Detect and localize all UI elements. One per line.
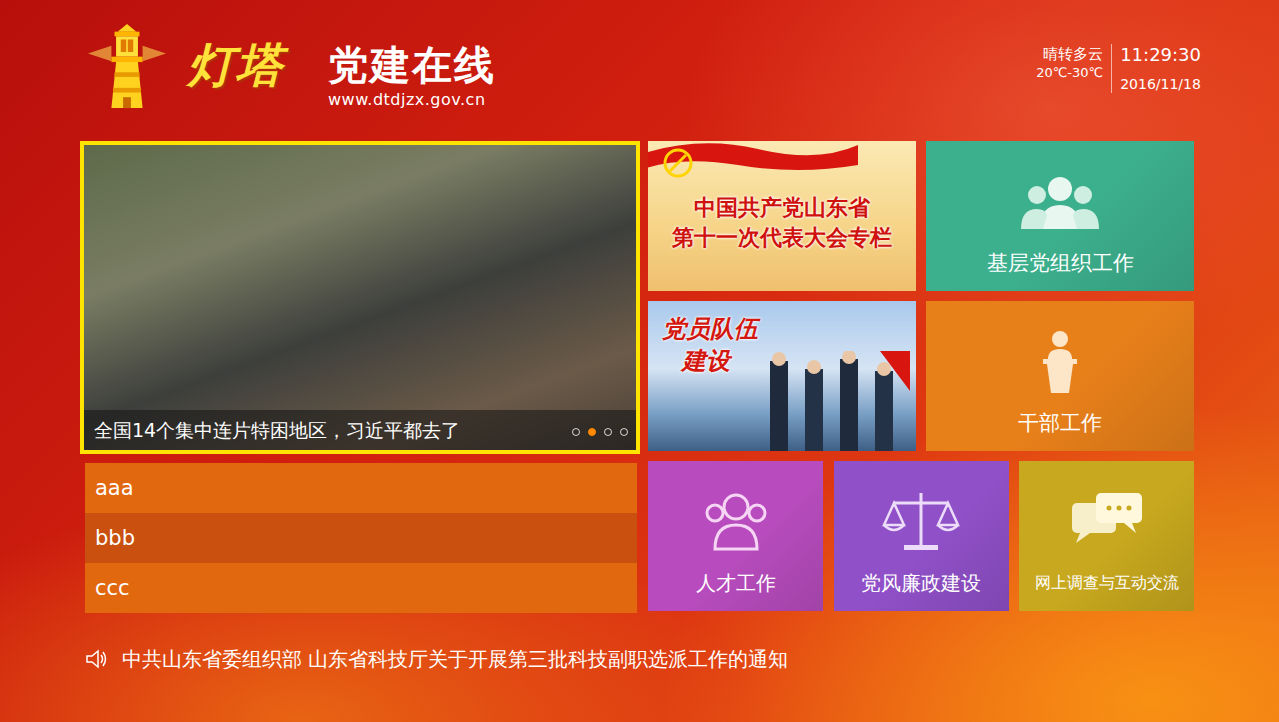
time: 11:29:30 [1120,44,1201,65]
menu-tile[interactable]: 干部工作 [926,301,1194,451]
banner-line: 党员队伍 [662,313,902,345]
weather-block: 晴转多云20℃-30℃ [1028,44,1111,93]
tile-row: 党员队伍建设干部工作 [648,301,1194,451]
caption-text: 全国14个集中连片特困地区，习近平都去了 [94,417,460,443]
menu-tile[interactable]: 网上调查与互动交流 [1019,461,1194,611]
carousel-dots [572,428,628,436]
news-title: bbb [95,523,135,553]
site-url: www.dtdjzx.gov.cn [328,90,496,109]
news-item[interactable]: bbb [85,513,637,563]
weather: 晴转多云 [1043,44,1103,64]
clock-block: 11:29:30 2016/11/18 [1111,44,1209,93]
notice-text: 中共山东省委组织部 山东省科技厅关于开展第三批科技副职选派工作的通知 [122,645,788,673]
party-emblem-icon [662,147,694,179]
tile-label: 人才工作 [696,569,776,597]
weather-clock: 晴转多云20℃-30℃ 11:29:30 2016/11/18 [1028,44,1209,93]
news-title: ccc [95,573,130,603]
banner-line: 第十一次代表大会专栏 [672,223,892,253]
carousel[interactable]: 全国14个集中连片特困地区，习近平都去了 [80,141,640,454]
news-item[interactable]: aaa [85,463,637,513]
temperature: 20℃-30℃ [1036,64,1103,82]
news-title: aaa [95,473,134,503]
carousel-caption: 全国14个集中连片特困地区，习近平都去了 [84,410,636,450]
banner-tile[interactable]: 中国共产党山东省第十一次代表大会专栏 [648,141,916,291]
site-title-block: 党建在线 www.dtdjzx.gov.cn [328,44,496,109]
chat-bubbles-icon [1062,489,1152,555]
tile-label: 基层党组织工作 [987,249,1134,277]
carousel-dot[interactable] [588,428,596,436]
banner-tile[interactable]: 党员队伍建设 [648,301,916,451]
tile-label: 干部工作 [1018,409,1102,437]
news-item[interactable]: ccc [85,563,637,613]
logo[interactable]: 灯塔 [88,16,284,116]
scales-icon [876,489,966,555]
header: 灯塔党建在线www.dtdjzx.gov.cn晴转多云20℃-30℃11:29:… [0,0,1279,141]
flag-icon [648,141,858,175]
news-list: aaa bbb ccc [85,463,637,613]
notice-bar[interactable]: 中共山东省委组织部 山东省科技厅关于开展第三批科技副职选派工作的通知 [84,645,1279,673]
carousel-dot[interactable] [620,428,628,436]
page: 灯塔党建在线www.dtdjzx.gov.cn晴转多云20℃-30℃11:29:… [0,0,1279,722]
people-outline-icon [691,489,781,555]
tile-label: 党风廉政建设 [861,569,981,597]
speaker-icon [84,647,108,671]
menu-tile[interactable]: 党风廉政建设 [834,461,1009,611]
carousel-dot[interactable] [572,428,580,436]
left-column: 全国14个集中连片特困地区，习近平都去了 aaa bbb ccc [80,141,640,613]
menu-tile[interactable]: 基层党组织工作 [926,141,1194,291]
banner-line: 建设 [662,345,902,377]
guards-figure-icon [760,351,910,451]
logo-text: 灯塔 [188,35,284,97]
tile-row: 人才工作 党风廉政建设 网上调查与互动交流 [648,461,1194,611]
site-title: 党建在线 [328,44,496,86]
tile-label: 网上调查与互动交流 [1035,569,1179,597]
banner-line: 中国共产党山东省 [694,193,870,223]
date: 2016/11/18 [1120,75,1201,93]
menu-tile[interactable]: 人才工作 [648,461,823,611]
group-icon [1015,169,1105,235]
tile-row: 中国共产党山东省第十一次代表大会专栏基层党组织工作 [648,141,1194,291]
carousel-dot[interactable] [604,428,612,436]
lighthouse-icon [88,16,166,116]
main-grid: 全国14个集中连片特困地区，习近平都去了 aaa bbb ccc 中国共产党山东省第十一… [80,141,1279,613]
tile-area: 中国共产党山东省第十一次代表大会专栏基层党组织工作党员队伍建设干部工作人才工作 党… [648,141,1194,613]
speaker-podium-icon [1015,329,1105,395]
